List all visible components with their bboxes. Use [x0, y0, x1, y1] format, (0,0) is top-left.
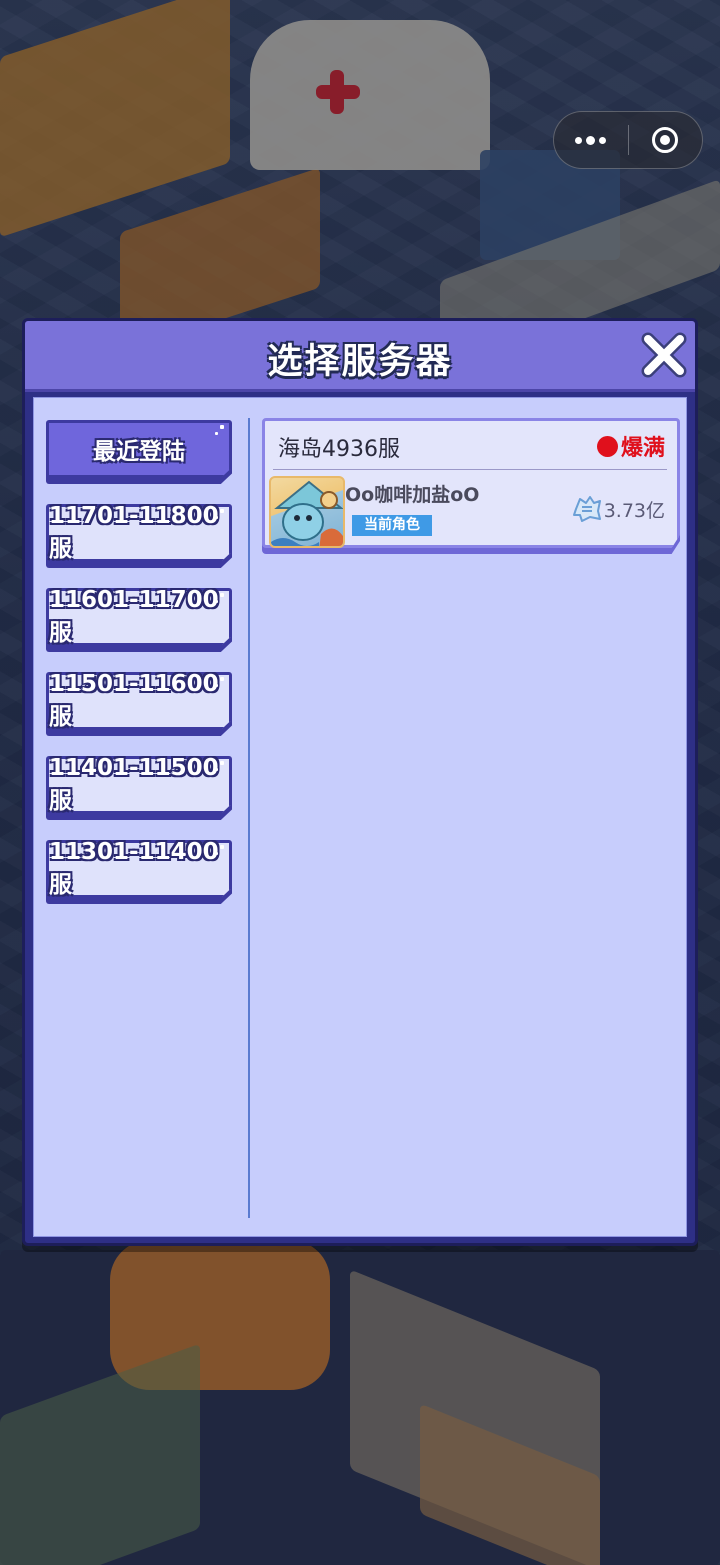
target-circle-icon — [652, 127, 679, 153]
status-dot-icon — [596, 435, 618, 457]
dialog-body: 最近登陆 11701-11800服 11601-11700服 11501-116… — [33, 397, 687, 1237]
power-display: 3.73亿 — [572, 495, 665, 523]
mini-program-capsule — [553, 111, 703, 169]
tab-11501-11600[interactable]: 11501-11600服 — [46, 672, 232, 736]
status-text: 爆满 — [620, 436, 665, 461]
tab-recent-login[interactable]: 最近登陆 — [46, 420, 232, 484]
tab-label: 最近登陆 — [46, 420, 232, 478]
player-avatar — [269, 476, 345, 548]
dialog-title: 选择服务器 — [267, 342, 453, 382]
tab-11301-11400[interactable]: 11301-11400服 — [46, 840, 232, 904]
more-button[interactable] — [554, 112, 628, 168]
dialog-header: 选择服务器 — [25, 321, 695, 392]
tab-11601-11700[interactable]: 11601-11700服 — [46, 588, 232, 652]
power-value: 3.73亿 — [603, 499, 665, 522]
tab-label: 11401-11500服 — [46, 756, 232, 814]
tab-11701-11800[interactable]: 11701-11800服 — [46, 504, 232, 568]
avatar-character-icon — [271, 480, 343, 546]
more-dots-icon — [575, 135, 607, 145]
server-name: 海岛4936服 — [278, 437, 400, 462]
close-x-icon — [641, 332, 687, 378]
tab-label: 11301-11400服 — [46, 840, 232, 898]
tab-label: 11501-11600服 — [46, 672, 232, 730]
close-button[interactable] — [639, 330, 689, 380]
server-select-dialog: 选择服务器 最近登陆 11701-11800服 11601-11700服 115… — [22, 318, 698, 1246]
exit-button[interactable] — [629, 112, 703, 168]
tab-label: 11601-11700服 — [46, 588, 232, 646]
player-name: Oo咖啡加盐oO — [345, 484, 480, 506]
card-divider — [273, 469, 667, 470]
fist-power-icon — [572, 496, 601, 522]
tab-label: 11701-11800服 — [46, 504, 232, 562]
current-role-badge: 当前角色 — [352, 515, 432, 536]
column-divider — [248, 418, 250, 1218]
server-card[interactable]: 海岛4936服 爆满 Oo咖啡加盐oO 当前角色 3.73亿 — [262, 418, 680, 554]
tab-11401-11500[interactable]: 11401-11500服 — [46, 756, 232, 820]
server-status: 爆满 — [596, 430, 665, 462]
